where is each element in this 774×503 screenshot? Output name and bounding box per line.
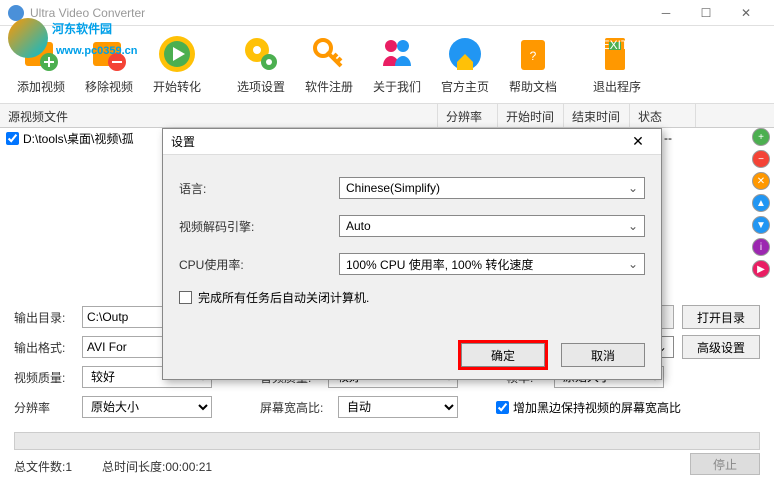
svg-text:EXIT: EXIT [602, 38, 629, 52]
language-select[interactable]: Chinese(Simplify)⌄ [339, 177, 645, 199]
help-button[interactable]: ?帮助文档 [500, 30, 566, 99]
dialog-title: 设置 [171, 133, 195, 150]
outfmt-label: 输出格式: [14, 339, 74, 356]
file-checkbox[interactable] [6, 132, 19, 145]
play-icon [155, 32, 199, 76]
col-start: 开始时间 [498, 104, 564, 127]
dialog-close-button[interactable]: ✕ [623, 132, 653, 152]
aspect-label: 屏幕宽高比: [260, 399, 330, 416]
add-video-icon [19, 32, 63, 76]
checkbox-icon [179, 291, 192, 304]
col-source: 源视频文件 [0, 104, 438, 127]
add-icon[interactable]: + [752, 128, 770, 146]
stop-button[interactable]: 停止 [690, 453, 760, 475]
col-resolution: 分辨率 [438, 104, 498, 127]
file-list-header: 源视频文件 分辨率 开始时间 结束时间 状态 [0, 104, 774, 128]
gear-icon [239, 32, 283, 76]
blackbar-checkbox[interactable]: 增加黑边保持视频的屏幕宽高比 [496, 399, 681, 416]
options-button[interactable]: 选项设置 [228, 30, 294, 99]
window-titlebar: Ultra Video Converter ─ ☐ ✕ [0, 0, 774, 26]
dialog-titlebar: 设置 ✕ [163, 129, 661, 155]
remove-icon[interactable]: − [752, 150, 770, 168]
play-preview-icon[interactable]: ▶ [752, 260, 770, 278]
outdir-label: 输出目录: [14, 309, 74, 326]
homepage-button[interactable]: 官方主页 [432, 30, 498, 99]
help-icon: ? [511, 32, 555, 76]
about-button[interactable]: 关于我们 [364, 30, 430, 99]
people-icon [375, 32, 419, 76]
remove-video-button[interactable]: 移除视频 [76, 30, 142, 99]
progress-bar [14, 432, 760, 450]
cpu-label: CPU使用率: [179, 256, 339, 273]
chevron-down-icon: ⌄ [628, 257, 638, 271]
side-buttons: + − ✕ ▲ ▼ i ▶ [752, 128, 770, 278]
add-video-button[interactable]: 添加视频 [8, 30, 74, 99]
chevron-down-icon: ⌄ [628, 181, 638, 195]
register-button[interactable]: 软件注册 [296, 30, 362, 99]
decode-engine-select[interactable]: Auto⌄ [339, 215, 645, 237]
open-dir-button[interactable]: 打开目录 [682, 305, 760, 329]
move-up-icon[interactable]: ▲ [752, 194, 770, 212]
col-status: 状态 [630, 104, 696, 127]
window-title: Ultra Video Converter [30, 6, 145, 20]
start-convert-button[interactable]: 开始转化 [144, 30, 210, 99]
svg-text:?: ? [530, 49, 537, 63]
minimize-button[interactable]: ─ [646, 1, 686, 25]
engine-label: 视频解码引擎: [179, 218, 339, 235]
resolution-select[interactable]: 原始大小 [82, 396, 212, 418]
cancel-button[interactable]: 取消 [561, 343, 645, 367]
res-label: 分辨率 [14, 399, 74, 416]
globe-home-icon [443, 32, 487, 76]
remove-video-icon [87, 32, 131, 76]
cpu-usage-select[interactable]: 100% CPU 使用率, 100% 转化速度⌄ [339, 253, 645, 275]
chevron-down-icon: ⌄ [628, 219, 638, 233]
key-icon [307, 32, 351, 76]
maximize-button[interactable]: ☐ [686, 1, 726, 25]
status-bar: 总文件数:1 总时间长度:00:00:21 [0, 454, 774, 478]
move-down-icon[interactable]: ▼ [752, 216, 770, 234]
ok-button[interactable]: 确定 [461, 343, 545, 367]
vq-label: 视频质量: [14, 369, 74, 386]
settings-dialog: 设置 ✕ 语言: Chinese(Simplify)⌄ 视频解码引擎: Auto… [162, 128, 662, 380]
total-duration: 总时间长度:00:00:21 [102, 458, 212, 475]
lang-label: 语言: [179, 180, 339, 197]
clear-icon[interactable]: ✕ [752, 172, 770, 190]
aspect-select[interactable]: 自动 [338, 396, 458, 418]
exit-button[interactable]: EXIT退出程序 [584, 30, 650, 99]
app-icon [8, 5, 24, 21]
main-toolbar: 添加视频 移除视频 开始转化 选项设置 软件注册 关于我们 官方主页 ?帮助文档… [0, 26, 774, 104]
file-count: 总文件数:1 [14, 458, 72, 475]
shutdown-checkbox[interactable]: 完成所有任务后自动关闭计算机. [179, 289, 645, 306]
info-icon[interactable]: i [752, 238, 770, 256]
advanced-button[interactable]: 高级设置 [682, 335, 760, 359]
exit-icon: EXIT [595, 32, 639, 76]
close-button[interactable]: ✕ [726, 1, 766, 25]
col-end: 结束时间 [564, 104, 630, 127]
